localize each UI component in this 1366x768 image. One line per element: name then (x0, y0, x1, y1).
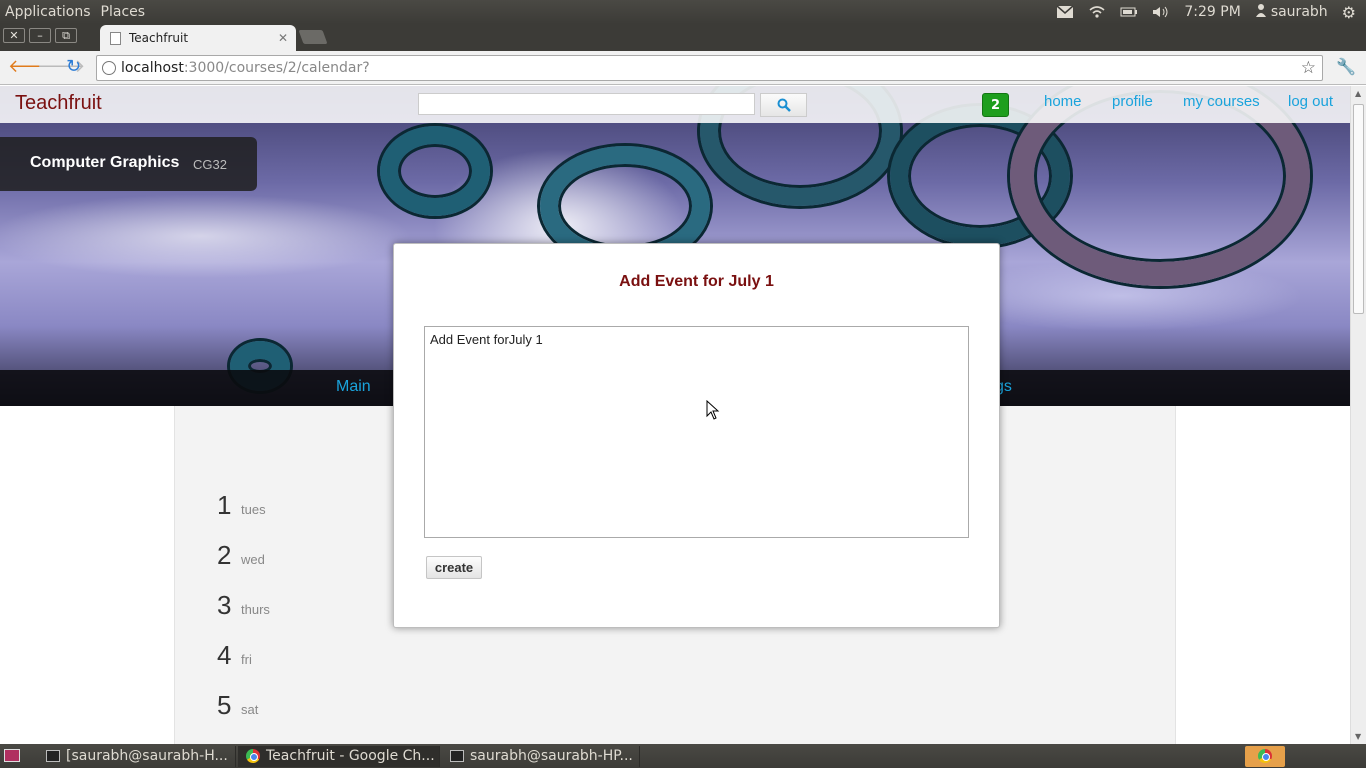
window-restore-icon[interactable]: ⧉ (55, 28, 77, 43)
calendar-day[interactable]: 3 thurs (217, 590, 270, 621)
day-number: 1 (217, 490, 232, 520)
terminal-icon (450, 750, 464, 762)
volume-icon[interactable] (1152, 5, 1170, 19)
taskbar-item-terminal-1[interactable]: [saurabh@saurabh-H... (38, 746, 236, 767)
taskbar-item-label: [saurabh@saurabh-H... (66, 748, 228, 764)
user-menu[interactable]: saurabh (1255, 3, 1328, 21)
workspace-switcher[interactable] (1245, 746, 1285, 767)
my-courses-link[interactable]: my courses (1183, 93, 1260, 110)
event-description-input[interactable] (424, 326, 969, 538)
address-bar[interactable]: localhost:3000/courses/2/calendar? ☆ (96, 55, 1323, 81)
taskbar-item-label: Teachfruit - Google Ch... (266, 748, 435, 764)
page-scrollbar[interactable]: ▲ ▼ (1350, 86, 1366, 744)
search-button[interactable] (760, 93, 807, 117)
taskbar-item-label: saurabh@saurabh-HP... (470, 748, 633, 764)
decorative-shape (380, 126, 490, 216)
subnav-main-link[interactable]: Main (336, 378, 371, 396)
clock[interactable]: 7:29 PM (1184, 4, 1240, 20)
log-out-link[interactable]: log out (1288, 93, 1333, 110)
battery-icon[interactable] (1120, 5, 1138, 19)
places-menu[interactable]: Places (96, 4, 151, 20)
scroll-down-icon[interactable]: ▼ (1355, 732, 1361, 741)
calendar-day[interactable]: 1 tues (217, 490, 266, 521)
system-tray: 7:29 PM saurabh ⚙ (1056, 3, 1366, 22)
day-name: fri (241, 652, 252, 667)
course-title-box: Computer Graphics CG32 (0, 137, 257, 191)
tab-close-icon[interactable]: ✕ (278, 31, 288, 45)
day-number: 3 (217, 590, 232, 620)
site-logo[interactable]: Teachfruit (15, 92, 102, 115)
site-header: Teachfruit 2 home profile my courses log… (0, 86, 1350, 123)
dialog-title: Add Event for July 1 (619, 273, 774, 290)
notification-badge[interactable]: 2 (982, 93, 1009, 117)
day-number: 5 (217, 690, 232, 720)
show-desktop-icon[interactable] (4, 749, 20, 762)
day-number: 2 (217, 540, 232, 570)
day-name: sat (241, 702, 259, 717)
calendar-day[interactable]: 5 sat (217, 690, 258, 721)
profile-link[interactable]: profile (1112, 93, 1153, 110)
chrome-icon (246, 749, 260, 763)
new-tab-button[interactable] (298, 30, 328, 44)
bookmark-star-icon[interactable]: ☆ (1301, 56, 1316, 80)
tab-title: Teachfruit (129, 31, 189, 45)
reload-icon[interactable]: ↻ (66, 58, 81, 76)
power-gear-icon[interactable]: ⚙ (1342, 3, 1356, 22)
globe-icon (102, 61, 116, 75)
day-name: thurs (241, 602, 270, 617)
day-name: wed (241, 552, 265, 567)
url-host: localhost (121, 60, 184, 76)
browser-tab-bar: ✕ – ⧉ Teachfruit ✕ (0, 24, 1366, 51)
page-icon (110, 31, 121, 45)
top-panel: Applications Places 7:29 PM saurabh ⚙ (0, 0, 1366, 24)
create-button[interactable]: create (426, 556, 482, 579)
wrench-icon[interactable]: 🔧 (1336, 57, 1356, 76)
bottom-taskbar: [saurabh@saurabh-H... Teachfruit - Googl… (0, 744, 1366, 768)
course-code: CG32 (193, 157, 227, 172)
scrollbar-thumb[interactable] (1353, 104, 1364, 314)
window-close-icon[interactable]: ✕ (3, 28, 25, 43)
add-event-dialog: Add Event for July 1 create (393, 243, 1000, 628)
wifi-icon[interactable] (1088, 5, 1106, 19)
mail-icon[interactable] (1056, 5, 1074, 19)
user-icon (1255, 3, 1267, 21)
chrome-icon (1258, 749, 1272, 763)
mouse-cursor-icon (706, 400, 720, 420)
course-name: Computer Graphics (30, 154, 180, 171)
day-name: tues (241, 502, 266, 517)
day-number: 4 (217, 640, 232, 670)
terminal-icon (46, 750, 60, 762)
applications-menu[interactable]: Applications (0, 4, 96, 20)
user-name: saurabh (1270, 4, 1328, 20)
browser-toolbar: 🡐 🡒 ↻ localhost:3000/courses/2/calendar?… (0, 51, 1366, 85)
url-path: :3000/courses/2/calendar? (183, 60, 370, 76)
search-icon (777, 98, 791, 112)
taskbar-item-terminal-2[interactable]: saurabh@saurabh-HP... (442, 746, 640, 767)
home-link[interactable]: home (1044, 93, 1082, 110)
scroll-up-icon[interactable]: ▲ (1355, 89, 1361, 98)
tab-teachfruit[interactable]: Teachfruit ✕ (100, 25, 296, 51)
taskbar-item-chrome[interactable]: Teachfruit - Google Ch... (238, 746, 440, 767)
window-minimize-icon[interactable]: – (29, 28, 51, 43)
calendar-day[interactable]: 2 wed (217, 540, 265, 571)
calendar-day[interactable]: 4 fri (217, 640, 252, 671)
search-input[interactable] (418, 93, 755, 115)
